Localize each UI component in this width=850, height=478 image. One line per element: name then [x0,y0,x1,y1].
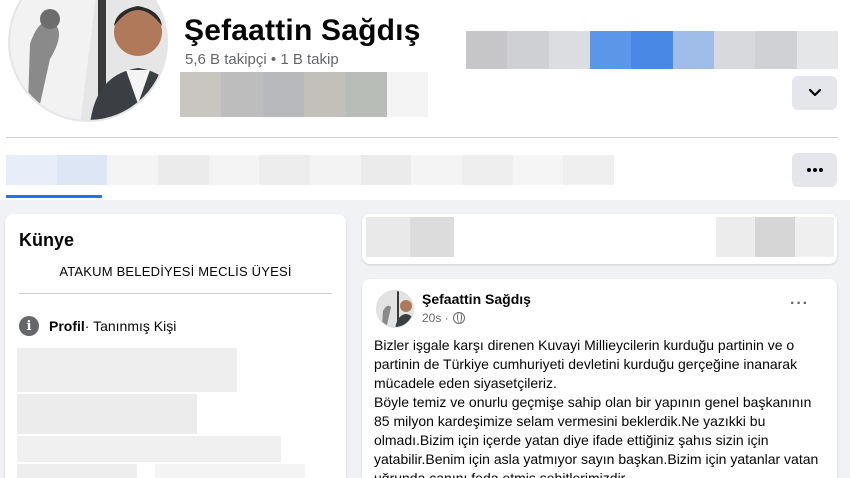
followers-count[interactable]: 5,6 B takipçi [185,51,267,68]
following-count[interactable]: 1 B takip [280,51,338,68]
create-post-card[interactable] [362,214,837,264]
intro-title: Künye [19,230,75,250]
profile-label: Profil [49,318,85,334]
stats-separator: • [266,51,281,68]
chevron-down-icon [808,88,821,97]
globe-icon [452,312,465,324]
post-paragraph: Bizler işgale karşı direnen Kuvayi Milli… [374,337,798,391]
profile-name: Şefaattin Sağdış [184,14,421,47]
post-timestamp[interactable]: 20s · [422,311,449,325]
post-author-avatar[interactable] [376,290,414,328]
friends-avatars-blurred [180,72,428,117]
post-meta: 20s · [422,311,465,325]
intro-divider [19,293,332,294]
profile-stats: 5,6 B takipçi • 1 B takip [185,51,339,68]
post-author-name[interactable]: Şefaattin Sağdış [422,291,531,307]
more-dots-icon [806,168,823,172]
info-icon: i [19,316,39,336]
profile-tabs-blurred[interactable] [6,155,615,185]
profile-header: Şefaattin Sağdış 5,6 B takipçi • 1 B tak… [0,0,850,200]
create-post-left-blurred[interactable] [366,217,454,257]
profile-type-row: i Profil · Tanınmış Kişi [19,316,176,336]
expand-button[interactable] [792,76,837,110]
profile-avatar[interactable] [8,0,168,122]
intro-card: Künye ATAKUM BELEDİYESİ MECLİS ÜYESİ i P… [5,214,346,478]
post-options-button[interactable]: ··· [790,295,809,313]
profile-category: · Tanınmış Kişi [84,318,177,334]
action-buttons-blurred[interactable] [466,31,838,69]
post-paragraph: Böyle temiz ve onurlu geçmişe sahip olan… [374,394,819,478]
create-post-right-blurred[interactable] [716,217,834,257]
intro-details-blurred [15,348,315,478]
more-options-button[interactable] [792,153,837,187]
post-card: Şefaattin Sağdış 20s · ··· Bizler işgale… [362,279,837,478]
header-divider [6,137,838,138]
active-tab-indicator [6,195,102,198]
intro-bio: ATAKUM BELEDİYESİ MECLİS ÜYESİ [59,264,292,279]
post-text: Bizler işgale karşı direnen Kuvayi Milli… [374,336,826,478]
